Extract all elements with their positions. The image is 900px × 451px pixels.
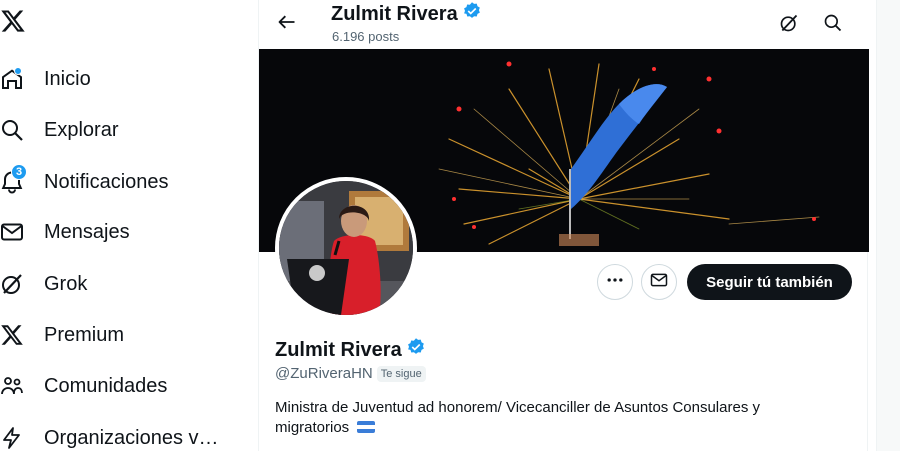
people-icon [0,374,24,398]
envelope-icon [0,220,24,244]
grok-button[interactable] [772,8,806,42]
more-horizontal-icon [605,270,625,295]
grok-icon [779,13,799,38]
display-name: Zulmit Rivera [275,338,402,361]
home-icon [0,67,24,91]
nav-label: Explorar [44,118,119,141]
profile-column: Zulmit Rivera 6.196 posts Seguir tú tamb… [258,0,869,451]
nav-label: Premium [44,323,125,346]
left-navigation: Inicio Explorar 3 Notificaciones Mensaje… [0,0,258,451]
nav-label: Organizaciones v… [44,426,219,449]
back-button[interactable] [271,8,303,40]
profile-name: Zulmit Rivera [275,337,426,363]
message-button[interactable] [641,264,677,300]
notification-badge: 3 [11,164,27,180]
profile-avatar[interactable] [275,177,417,319]
bell-icon: 3 [0,164,27,194]
nav-item-inicio[interactable]: Inicio [0,59,91,99]
nav-item-organizaciones[interactable]: Organizaciones v… [0,418,219,451]
profile-handle: @ZuRiveraHN [275,365,373,382]
follows-you-badge: Te sigue [376,365,426,382]
envelope-icon [650,271,668,294]
x-logo-icon [0,323,24,347]
nav-label: Mensajes [44,220,130,243]
lightning-icon [0,426,24,450]
profile-header: Zulmit Rivera 6.196 posts [259,0,869,49]
new-activity-dot [14,67,22,75]
profile-bio: Ministra de Juventud ad honorem/ Vicecan… [275,398,835,438]
search-button[interactable] [816,8,850,42]
right-sidebar-edge [876,0,900,451]
honduras-flag-icon [357,421,376,433]
nav-label: Comunidades [44,374,168,397]
follow-back-button[interactable]: Seguir tú también [687,264,852,300]
verified-badge-icon[interactable] [462,1,482,27]
header-name: Zulmit Rivera [331,2,458,25]
arrow-left-icon [277,12,297,37]
handle-row: @ZuRiveraHN Te sigue [275,365,426,382]
nav-item-comunidades[interactable]: Comunidades [0,366,167,406]
nav-item-mensajes[interactable]: Mensajes [0,212,130,252]
nav-item-explorar[interactable]: Explorar [0,110,118,150]
nav-label: Grok [44,272,88,295]
nav-label: Notificaciones [44,170,169,193]
search-icon [823,13,843,38]
nav-item-grok[interactable]: Grok [0,264,87,304]
post-count: 6.196 posts [332,29,400,44]
header-title: Zulmit Rivera [331,1,482,27]
grok-icon [0,272,24,296]
search-icon [0,118,24,142]
x-logo-icon[interactable] [0,8,28,36]
bio-text: Ministra de Juventud ad honorem/ Vicecan… [275,399,760,436]
nav-item-premium[interactable]: Premium [0,315,124,355]
nav-label: Inicio [44,67,91,90]
nav-item-notificaciones[interactable]: 3 Notificaciones [0,162,169,202]
more-options-button[interactable] [597,264,633,300]
verified-badge-icon[interactable] [406,337,426,363]
